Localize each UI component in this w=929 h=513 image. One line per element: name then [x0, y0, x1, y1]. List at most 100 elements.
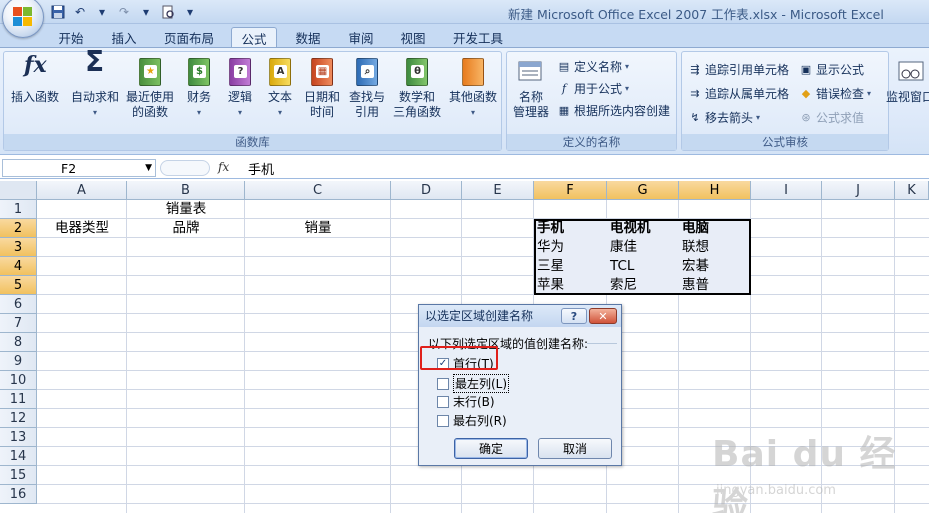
row-header-10[interactable]: 10: [0, 371, 37, 390]
cancel-button[interactable]: 取消: [538, 438, 612, 459]
row-header-14[interactable]: 14: [0, 447, 37, 466]
cell-g3[interactable]: 康佳: [610, 238, 637, 257]
cell-h2[interactable]: 电脑: [682, 219, 709, 238]
logical-button[interactable]: ? 逻辑 ▾: [222, 56, 258, 120]
column-header-f[interactable]: F: [534, 181, 607, 200]
row-header-8[interactable]: 8: [0, 333, 37, 352]
cell-h4[interactable]: 宏碁: [682, 257, 709, 276]
row-header-4[interactable]: 4: [0, 257, 37, 276]
save-icon[interactable]: [50, 4, 66, 20]
qat-customize-icon[interactable]: ▾: [182, 4, 198, 20]
cell-f5[interactable]: 苹果: [537, 276, 564, 295]
undo-dropdown-icon[interactable]: ▾: [94, 4, 110, 20]
column-header-h[interactable]: H: [679, 181, 751, 200]
column-header-i[interactable]: I: [751, 181, 822, 200]
row-header-11[interactable]: 11: [0, 390, 37, 409]
row-header-3[interactable]: 3: [0, 238, 37, 257]
option-row-3[interactable]: 最右列(R): [437, 412, 507, 429]
tab-insert[interactable]: 插入: [103, 27, 145, 48]
tab-page-layout[interactable]: 页面布局: [157, 27, 221, 48]
row-header-5[interactable]: 5: [0, 276, 37, 295]
option-row-2[interactable]: 末行(B): [437, 393, 495, 410]
evaluate-formula-button[interactable]: ⊛ 公式求值: [799, 109, 864, 126]
recently-used-button[interactable]: ★ 最近使用 的函数: [123, 56, 177, 120]
row-header-12[interactable]: 12: [0, 409, 37, 428]
formula-bar: F2 ▼ fx 手机: [0, 157, 929, 179]
print-preview-icon[interactable]: [160, 4, 176, 20]
option-label: 末行(B): [453, 395, 495, 409]
cell-h3[interactable]: 联想: [682, 238, 709, 257]
column-header-j[interactable]: J: [822, 181, 895, 200]
cell-g2[interactable]: 电视机: [610, 219, 651, 238]
financial-button[interactable]: $ 财务 ▾: [179, 56, 219, 120]
column-header-b[interactable]: B: [127, 181, 245, 200]
more-functions-button[interactable]: 其他函数 ▾: [446, 56, 500, 120]
cell-g5[interactable]: 索尼: [610, 276, 637, 295]
trace-dependents-button[interactable]: ⇉ 追踪从属单元格: [688, 85, 789, 102]
checkbox[interactable]: [437, 377, 449, 390]
evaluate-formula-icon: ⊛: [801, 111, 811, 124]
row-header-13[interactable]: 13: [0, 428, 37, 447]
cell-f2[interactable]: 手机: [537, 219, 564, 238]
watch-window-button[interactable]: 监视窗口: [886, 56, 929, 105]
trace-precedents-button[interactable]: ⇶ 追踪引用单元格: [688, 61, 789, 78]
row-header-16[interactable]: 16: [0, 485, 37, 504]
insert-function-button[interactable]: fx 插入函数: [8, 54, 62, 105]
tab-data[interactable]: 数据: [287, 27, 329, 48]
select-all-corner[interactable]: [0, 181, 37, 200]
cell-h5[interactable]: 惠普: [682, 276, 709, 295]
error-checking-button[interactable]: ◆ 错误检查 ▾: [799, 85, 871, 102]
tab-formulas[interactable]: 公式: [231, 27, 277, 48]
tab-developer[interactable]: 开发工具: [446, 27, 510, 48]
cell-f3[interactable]: 华为: [537, 238, 564, 257]
row-header-7[interactable]: 7: [0, 314, 37, 333]
row-header-2[interactable]: 2: [0, 219, 37, 238]
option-row-1[interactable]: 最左列(L): [437, 374, 510, 393]
redo-dropdown-icon[interactable]: ▾: [138, 4, 154, 20]
name-manager-button[interactable]: 名称 管理器: [509, 56, 553, 120]
cell-c2[interactable]: 销量: [245, 219, 391, 238]
show-formulas-button[interactable]: ▣ 显示公式: [799, 61, 864, 78]
column-header-e[interactable]: E: [462, 181, 534, 200]
define-name-button[interactable]: ▤ 定义名称 ▾: [557, 58, 629, 75]
cell-b2[interactable]: 品牌: [127, 219, 245, 238]
column-header-c[interactable]: C: [245, 181, 391, 200]
undo-icon[interactable]: ↶: [72, 4, 88, 20]
cell-f4[interactable]: 三星: [537, 257, 564, 276]
row-header-1[interactable]: 1: [0, 200, 37, 219]
math-trig-button[interactable]: θ 数学和 三角函数: [390, 56, 444, 120]
chevron-down-icon[interactable]: ▼: [145, 163, 152, 173]
name-box[interactable]: F2 ▼: [2, 159, 156, 177]
remove-arrows-button[interactable]: ↯ 移去箭头 ▾: [688, 109, 760, 126]
cell-b1[interactable]: 销量表: [127, 200, 245, 219]
lookup-reference-button[interactable]: ⌕ 查找与 引用: [344, 56, 390, 120]
autosum-button[interactable]: Σ 自动求和 ▾: [68, 45, 122, 120]
redo-icon[interactable]: ↷: [116, 4, 132, 20]
column-header-d[interactable]: D: [391, 181, 462, 200]
cell-a2[interactable]: 电器类型: [37, 219, 127, 238]
formula-content[interactable]: 手机: [248, 159, 274, 178]
column-header-k[interactable]: K: [895, 181, 929, 200]
text-button[interactable]: A 文本 ▾: [262, 56, 298, 120]
checkbox[interactable]: [437, 414, 449, 427]
tab-view[interactable]: 视图: [392, 27, 434, 48]
use-in-formula-button[interactable]: f 用于公式 ▾: [557, 80, 629, 97]
warning-icon: ◆: [801, 87, 811, 100]
ok-button[interactable]: 确定: [454, 438, 528, 459]
date-time-button[interactable]: ▦ 日期和 时间: [302, 56, 342, 120]
insert-function-fx-icon[interactable]: fx: [218, 160, 229, 174]
formula-bar-splitter[interactable]: [160, 160, 210, 176]
row-header-9[interactable]: 9: [0, 352, 37, 371]
tab-review[interactable]: 审阅: [340, 27, 382, 48]
checkbox[interactable]: [437, 395, 449, 408]
sigma-icon: Σ: [85, 45, 105, 78]
column-header-a[interactable]: A: [37, 181, 127, 200]
close-button[interactable]: ✕: [589, 308, 617, 324]
column-header-g[interactable]: G: [607, 181, 679, 200]
column-gridline: [126, 200, 127, 513]
help-button[interactable]: ?: [561, 308, 587, 324]
row-header-15[interactable]: 15: [0, 466, 37, 485]
create-from-selection-button[interactable]: ▦ 根据所选内容创建: [557, 102, 670, 119]
row-header-6[interactable]: 6: [0, 295, 37, 314]
cell-g4[interactable]: TCL: [610, 257, 634, 276]
